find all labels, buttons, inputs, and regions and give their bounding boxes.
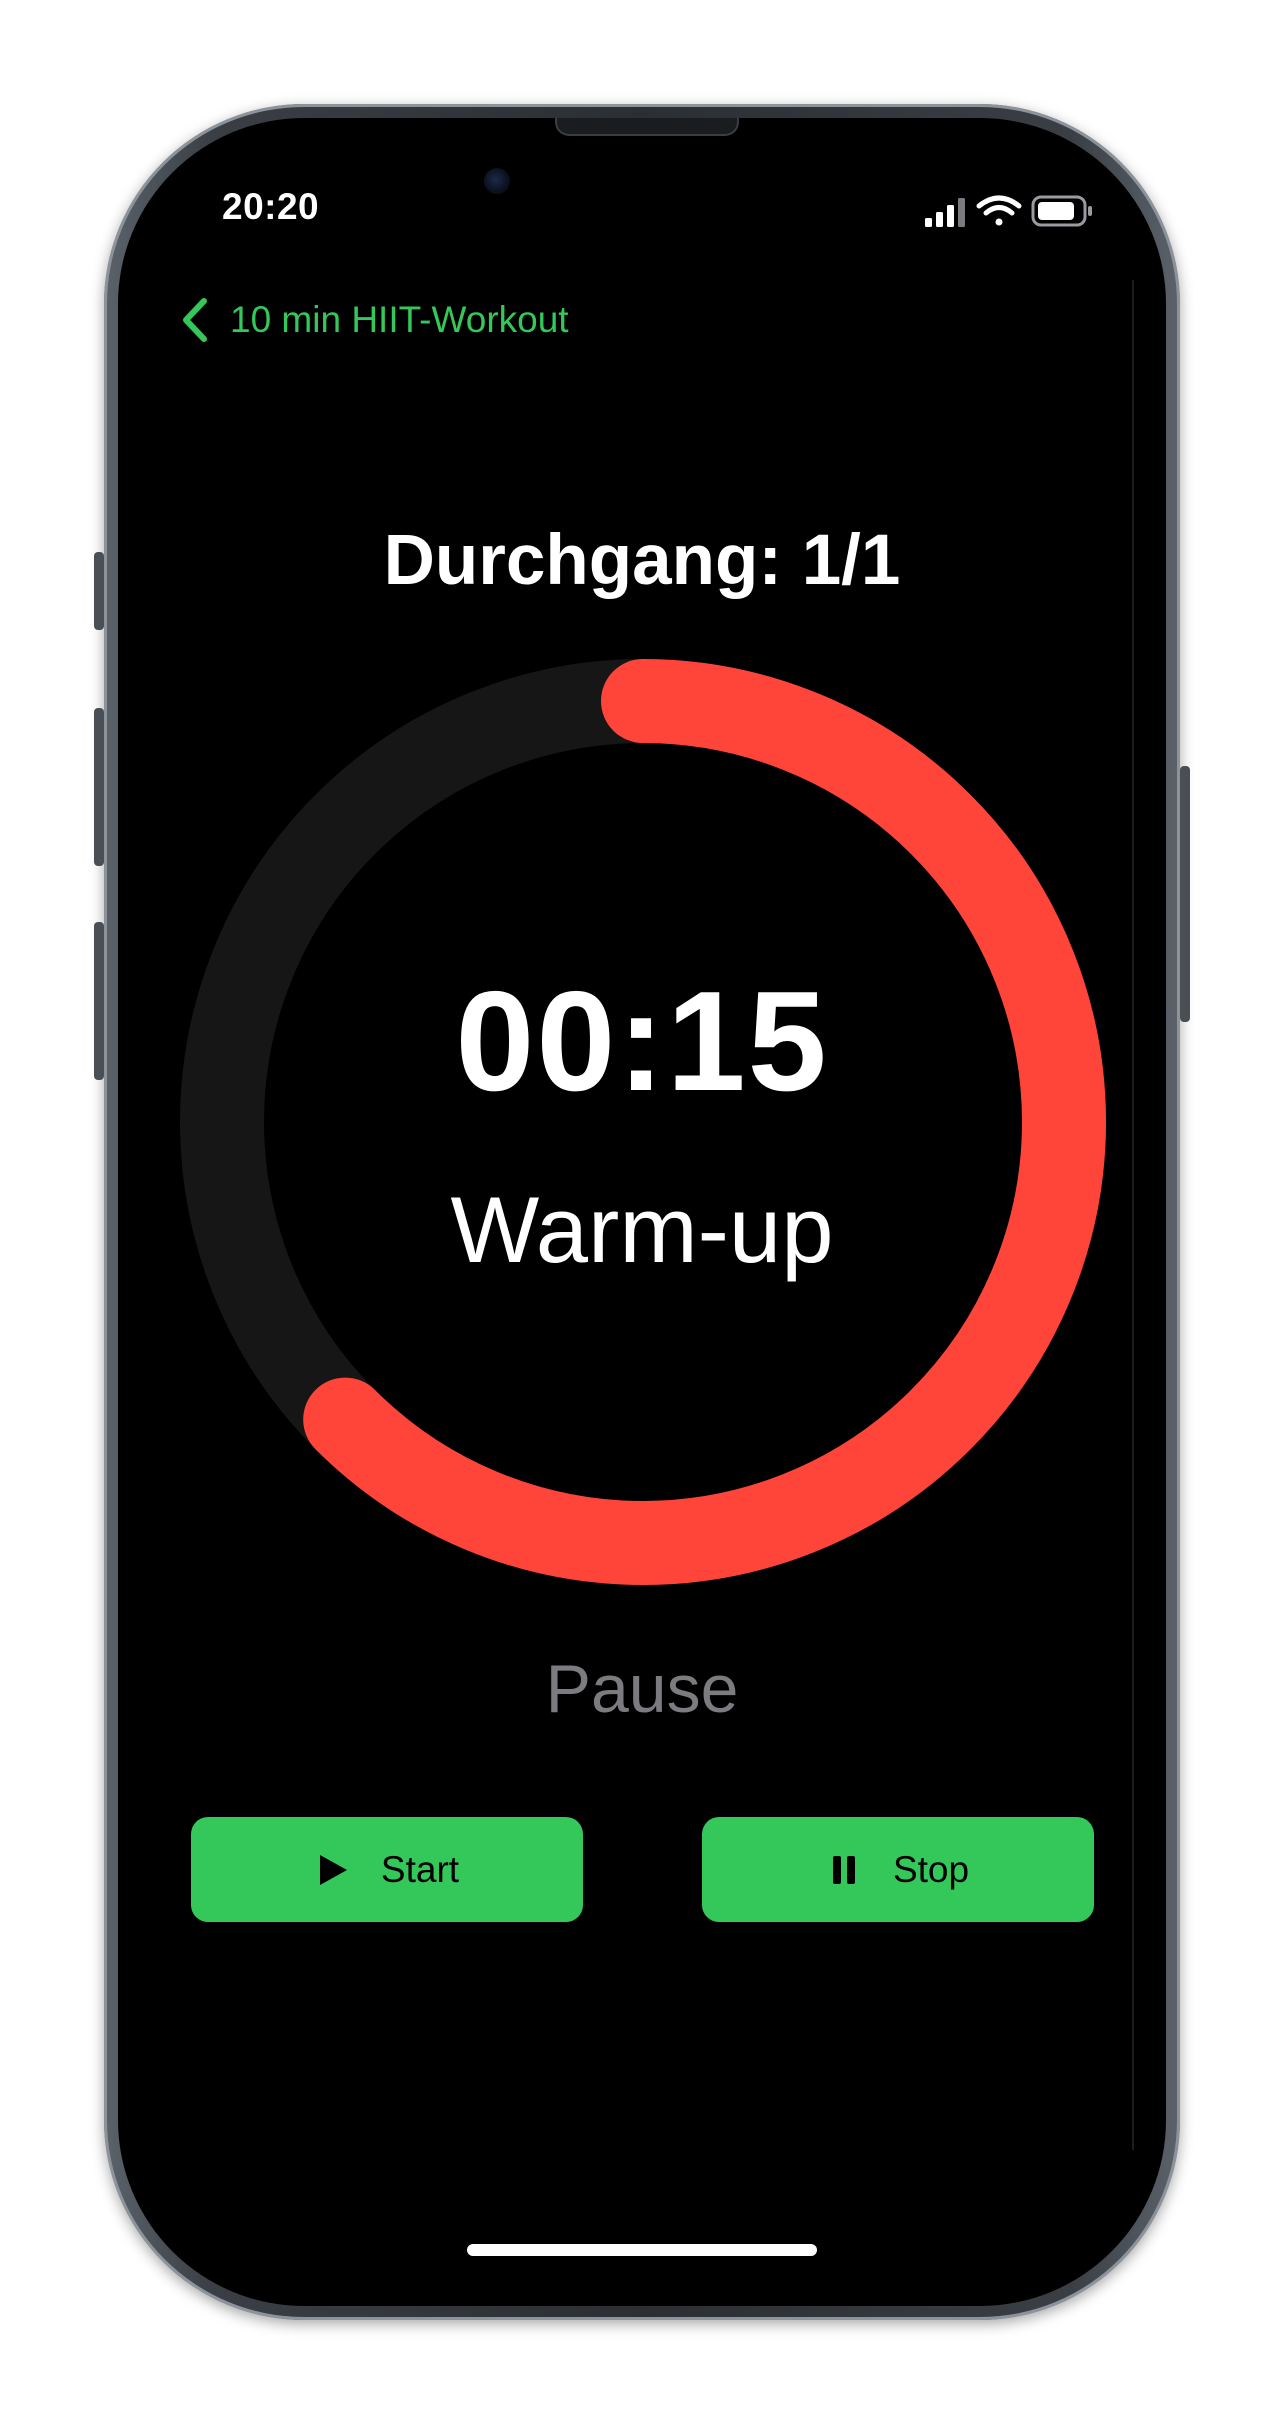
stop-button[interactable]: Stop [702, 1817, 1094, 1922]
wifi-icon [976, 195, 1022, 226]
start-button[interactable]: Start [191, 1817, 583, 1922]
cellular-signal-icon [925, 198, 965, 227]
front-camera [484, 168, 510, 194]
speaker-notch [555, 118, 739, 136]
back-button[interactable]: 10 min HIIT-Workout [180, 292, 569, 348]
status-time: 20:20 [222, 186, 320, 227]
volume-down-button [94, 922, 104, 1080]
back-label: 10 min HIIT-Workout [230, 299, 569, 340]
home-indicator [467, 2244, 817, 2256]
play-icon [319, 1854, 347, 1885]
pause-button[interactable]: Pause [118, 1650, 1166, 1728]
chevron-left-icon [183, 298, 207, 342]
stop-label: Stop [892, 1848, 970, 1890]
silent-switch [94, 552, 104, 630]
start-label: Start [380, 1848, 460, 1890]
status-icons [925, 195, 1092, 227]
volume-up-button [94, 708, 104, 866]
pause-icon [832, 1855, 855, 1884]
power-button [1180, 766, 1190, 1022]
countdown-timer: 00:15 [455, 962, 829, 1121]
battery-icon [1031, 195, 1092, 227]
phase-label: Warm-up [450, 1177, 834, 1282]
round-counter: Durchgang: 1/1 [383, 521, 901, 600]
